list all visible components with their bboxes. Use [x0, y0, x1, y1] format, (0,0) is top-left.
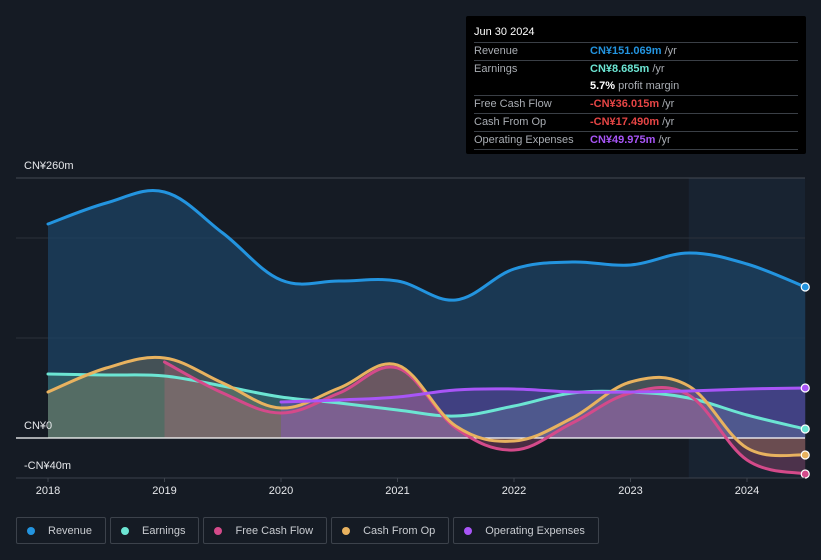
tooltip-row-unit: /yr — [652, 63, 665, 75]
tooltip-row-label: Operating Expenses — [474, 134, 574, 146]
legend-item-earnings[interactable]: Earnings — [110, 517, 200, 544]
tooltip-row-value: 5.7% — [590, 80, 616, 92]
legend-label: Revenue — [48, 524, 93, 537]
tooltip-row-unit: /yr — [664, 45, 677, 57]
tooltip-row-value: CN¥8.685m — [590, 63, 650, 75]
tooltip-row-label: Cash From Op — [474, 116, 547, 128]
x-tick-label: 2020 — [268, 485, 294, 497]
tooltip-row-value: CN¥49.975m — [590, 134, 656, 146]
legend-label: Earnings — [142, 524, 186, 537]
legend-dot-icon — [214, 526, 223, 535]
endpoint-cash-from-op — [800, 450, 810, 460]
legend: Revenue Earnings Free Cash Flow Cash From O… — [16, 517, 599, 544]
tooltip-row-label: Revenue — [474, 45, 519, 57]
y-axis-label-top: CN¥260m — [24, 160, 74, 172]
legend-item-operating-expenses[interactable]: Operating Expenses — [453, 517, 599, 544]
tooltip-row-unit: /yr — [662, 98, 675, 110]
legend-label: Operating Expenses — [485, 524, 585, 537]
x-tick-label: 2022 — [501, 485, 527, 497]
tooltip-row-label: Free Cash Flow — [474, 98, 552, 110]
legend-dot-icon — [121, 526, 130, 535]
x-tick-label: 2023 — [618, 485, 643, 497]
x-tick-label: 2021 — [385, 485, 410, 497]
tooltip-row-unit: /yr — [658, 134, 671, 146]
tooltip-row-unit: /yr — [662, 116, 675, 128]
tooltip-row-value: -CN¥17.490m — [590, 116, 660, 128]
tooltip-panel: Jun 30 2024 Revenue CN¥151.069m/yr Earning… — [466, 16, 806, 154]
tooltip-rows: Revenue CN¥151.069m/yr Earnings CN¥8.685m/y… — [474, 42, 798, 150]
y-axis-label-bottom: -CN¥40m — [24, 460, 72, 472]
tooltip-row: 5.7% profit margin — [474, 78, 798, 95]
x-tick-label: 2024 — [734, 485, 760, 497]
endpoint-earnings — [800, 424, 810, 434]
endpoint-free-cash-flow — [800, 469, 810, 479]
tooltip-row: Cash From Op -CN¥17.490m/yr — [474, 113, 798, 131]
legend-label: Cash From Op — [363, 524, 436, 537]
tooltip-date: Jun 30 2024 — [474, 26, 535, 38]
legend-item-free-cash-flow[interactable]: Free Cash Flow — [203, 517, 328, 544]
endpoint-revenue — [800, 282, 810, 292]
endpoint-operating-expenses — [800, 383, 810, 393]
legend-dot-icon — [27, 526, 35, 535]
tooltip-row-value: -CN¥36.015m — [590, 98, 660, 110]
legend-dot-icon — [464, 526, 473, 535]
x-tick-label: 2018 — [35, 485, 61, 497]
tooltip-row-label — [474, 78, 590, 95]
legend-item-cash-from-op[interactable]: Cash From Op — [331, 517, 450, 544]
legend-label: Free Cash Flow — [235, 524, 314, 537]
tooltip-row-label: Earnings — [474, 63, 518, 75]
tooltip-row: Revenue CN¥151.069m/yr — [474, 42, 798, 60]
y-axis-label-zero: CN¥0 — [24, 420, 53, 432]
tooltip-row: Free Cash Flow -CN¥36.015m/yr — [474, 95, 798, 113]
legend-item-revenue[interactable]: Revenue — [16, 517, 107, 544]
tooltip-row-value: CN¥151.069m — [590, 45, 662, 57]
tooltip-row: Earnings CN¥8.685m/yr — [474, 60, 798, 78]
legend-dot-icon — [342, 526, 351, 535]
x-tick-label: 2019 — [152, 485, 177, 497]
tooltip-row-unit: profit margin — [618, 80, 680, 92]
tooltip-row: Operating Expenses CN¥49.975m/yr — [474, 131, 798, 150]
